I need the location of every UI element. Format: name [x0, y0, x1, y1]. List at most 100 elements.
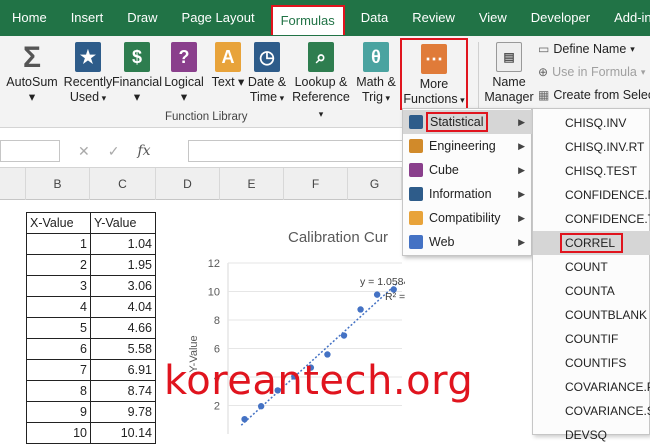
table-header-cell[interactable]: Y-Value: [90, 212, 156, 234]
table-cell[interactable]: 1.95: [90, 254, 156, 276]
button-label-line2: Trig ▾: [352, 90, 400, 106]
column-header-c[interactable]: C: [90, 168, 156, 200]
menu-item-compatibility[interactable]: Compatibility ▶: [403, 206, 533, 230]
chevron-right-icon: ▶: [518, 140, 525, 151]
function-item-counta[interactable]: COUNTA: [533, 279, 650, 303]
column-header-e[interactable]: E: [220, 168, 284, 200]
table-cell[interactable]: 4.04: [90, 296, 156, 318]
menu-item-label: Statistical: [426, 112, 488, 132]
table-row: 6 5.58: [26, 338, 156, 360]
table-cell[interactable]: 6: [26, 338, 91, 360]
function-item-countifs[interactable]: COUNTIFS: [533, 351, 650, 375]
table-row: 10 10.14: [26, 422, 156, 444]
menu-item-cube[interactable]: Cube ▶: [403, 158, 533, 182]
table-cell[interactable]: 5: [26, 317, 91, 339]
recently-button[interactable]: ★ Recently Used ▾: [62, 40, 114, 106]
command-label: Create from Selec: [553, 88, 650, 102]
button-label-line2: Used ▾: [62, 90, 114, 106]
table-row: 7 6.91: [26, 359, 156, 381]
tab-formulas[interactable]: Formulas: [270, 5, 345, 35]
menu-item-information[interactable]: Information ▶: [403, 182, 533, 206]
table-cell[interactable]: 4.66: [90, 317, 156, 339]
define-name-command[interactable]: ▭ Define Name ▾: [538, 42, 635, 56]
function-item-confidence-n[interactable]: CONFIDENCE.N: [533, 183, 650, 207]
button-label: Lookup &: [294, 75, 348, 89]
function-item-countblank[interactable]: COUNTBLANK: [533, 303, 650, 327]
column-header-d[interactable]: D: [156, 168, 220, 200]
command-label: Use in Formula: [552, 65, 637, 79]
tab-review[interactable]: Review: [400, 0, 467, 36]
function-item-countif[interactable]: COUNTIF: [533, 327, 650, 351]
function-item-chisq-inv-rt[interactable]: CHISQ.INV.RT: [533, 135, 650, 159]
button-label-line2: Time ▾: [244, 90, 290, 106]
column-header-b[interactable]: B: [26, 168, 90, 200]
y-tick-label: 10: [208, 287, 220, 299]
menu-item-engineering[interactable]: Engineering ▶: [403, 134, 533, 158]
table-cell[interactable]: 2: [26, 254, 91, 276]
table-cell[interactable]: 6.91: [90, 359, 156, 381]
table-cell[interactable]: 3.06: [90, 275, 156, 297]
function-item-chisq-test[interactable]: CHISQ.TEST: [533, 159, 650, 183]
button-label: Date &: [247, 75, 287, 89]
table-cell[interactable]: 8: [26, 380, 91, 402]
insert-function-icon[interactable]: fx: [137, 143, 150, 159]
logical-button[interactable]: ? Logical ▾: [160, 40, 208, 105]
create-from-selec-command[interactable]: ▦ Create from Selec: [538, 88, 650, 102]
table-cell[interactable]: 10: [26, 422, 91, 444]
function-item-label: DEVSQ: [565, 428, 608, 442]
column-header-f[interactable]: F: [284, 168, 348, 200]
tab-page-layout[interactable]: Page Layout: [170, 0, 267, 36]
table-cell[interactable]: 3: [26, 275, 91, 297]
enter-icon[interactable]: ✓: [108, 143, 120, 160]
function-item-label: CORREL: [560, 233, 624, 253]
table-cell[interactable]: 7: [26, 359, 91, 381]
tab-add-ins[interactable]: Add-ins: [602, 0, 650, 36]
function-item-correl[interactable]: CORREL: [533, 231, 650, 255]
table-cell[interactable]: 8.74: [90, 380, 156, 402]
table-cell[interactable]: 1: [26, 233, 91, 255]
more-button[interactable]: ⋯ More Functions ▾: [400, 38, 468, 110]
date-button[interactable]: ◷ Date & Time ▾: [244, 40, 290, 106]
table-cell[interactable]: 9: [26, 401, 91, 423]
text-button[interactable]: A Text ▾: [208, 40, 248, 90]
data-point: [241, 415, 248, 423]
cancel-icon[interactable]: ✕: [78, 143, 90, 160]
menu-item-statistical[interactable]: Statistical ▶: [403, 110, 533, 134]
function-item-covariance-p[interactable]: COVARIANCE.P: [533, 375, 650, 399]
lookup-button[interactable]: ⌕ Lookup & Reference ▾: [290, 40, 352, 122]
tab-view[interactable]: View: [467, 0, 519, 36]
function-item-count[interactable]: COUNT: [533, 255, 650, 279]
table-header-cell[interactable]: X-Value: [26, 212, 91, 234]
menu-item-web[interactable]: Web ▶: [403, 230, 533, 254]
button-label-text: Trig: [361, 90, 384, 104]
command-label: Define Name: [553, 42, 627, 56]
tab-developer[interactable]: Developer: [519, 0, 602, 36]
tab-draw[interactable]: Draw: [115, 0, 169, 36]
tab-home[interactable]: Home: [0, 0, 59, 36]
table-cell[interactable]: 4: [26, 296, 91, 318]
use-in-formula-command[interactable]: ⊕ Use in Formula ▾: [538, 65, 645, 79]
function-item-label: COUNTIFS: [565, 356, 627, 370]
tab-insert[interactable]: Insert: [59, 0, 116, 36]
autosum-button[interactable]: Σ AutoSum ▾: [4, 40, 60, 105]
tab-data[interactable]: Data: [349, 0, 400, 36]
function-item-confidence-t[interactable]: CONFIDENCE.T: [533, 207, 650, 231]
function-item-covariance-s[interactable]: COVARIANCE.S: [533, 399, 650, 423]
table-cell[interactable]: 5.58: [90, 338, 156, 360]
function-item-devsq[interactable]: DEVSQ: [533, 423, 650, 447]
formula-input[interactable]: [188, 140, 428, 162]
name-box[interactable]: [0, 140, 60, 162]
name-manager-button[interactable]: ▤ Name Manager: [484, 40, 534, 105]
button-label: AutoSum ▾: [6, 75, 58, 104]
table-cell[interactable]: 10.14: [90, 422, 156, 444]
table-cell[interactable]: 9.78: [90, 401, 156, 423]
coins-book-icon: $: [124, 42, 150, 72]
button-label: Math &: [356, 75, 396, 89]
table-cell[interactable]: 1.04: [90, 233, 156, 255]
column-header-g[interactable]: G: [348, 168, 402, 200]
question-book-icon: ?: [171, 42, 197, 72]
function-item-chisq-inv[interactable]: CHISQ.INV: [533, 111, 650, 135]
math-button[interactable]: θ Math & Trig ▾: [352, 40, 400, 106]
financial-button[interactable]: $ Financial ▾: [112, 40, 162, 105]
button-label: Financial ▾: [112, 75, 163, 104]
